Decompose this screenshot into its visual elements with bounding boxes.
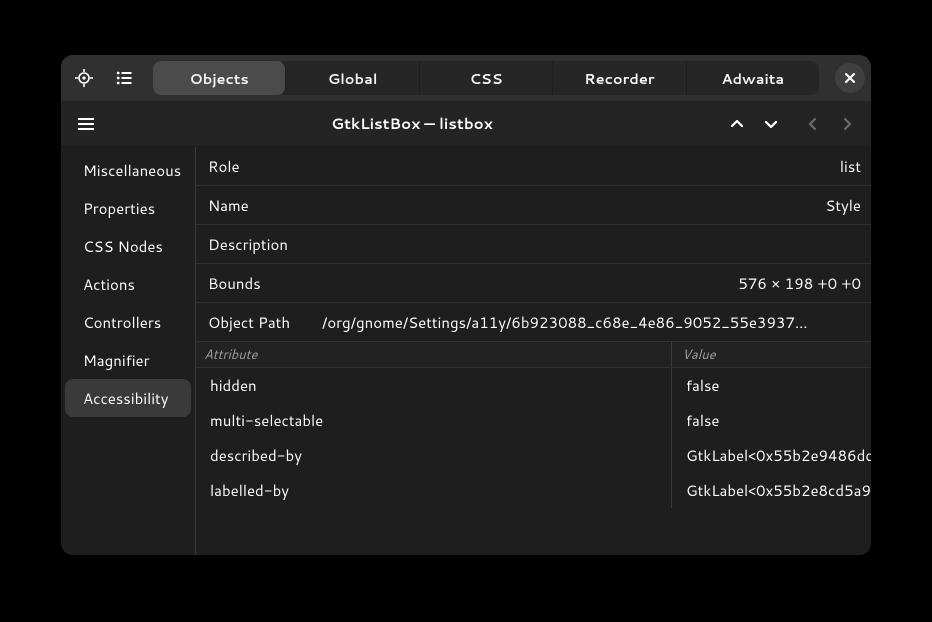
sidebar-item-css-nodes[interactable]: CSS Nodes <box>65 227 191 265</box>
sidebar: Miscellaneous Properties CSS Nodes Actio… <box>61 147 195 555</box>
sidebar-item-miscellaneous[interactable]: Miscellaneous <box>65 151 191 189</box>
nav-next-button[interactable] <box>831 108 863 140</box>
nav-up-down <box>721 108 787 140</box>
sidebar-item-accessibility[interactable]: Accessibility <box>65 379 191 417</box>
prop-value: 576 × 198 +0 +0 <box>322 273 861 294</box>
table-row[interactable]: labelled-by GtkLabel<0x55b2e8cd5a90> <box>196 473 871 508</box>
tab-css[interactable]: CSS <box>420 61 553 95</box>
prop-key: Description <box>208 234 322 255</box>
attributes-header: Attribute Value <box>196 342 871 368</box>
target-picker-button[interactable] <box>67 61 101 95</box>
tab-objects[interactable]: Objects <box>153 61 286 95</box>
tab-global[interactable]: Global <box>286 61 419 95</box>
tab-adwaita[interactable]: Adwaita <box>687 61 819 95</box>
sidebar-item-label: Accessibility <box>83 388 169 409</box>
nav-down-button[interactable] <box>755 108 787 140</box>
main-panel: Role list Name Style Description Bounds … <box>195 147 871 555</box>
prop-row: Role list <box>196 147 871 186</box>
prop-value: Style <box>322 195 861 216</box>
close-icon <box>844 72 856 84</box>
tab-label: Adwaita <box>722 68 785 89</box>
sidebar-item-properties[interactable]: Properties <box>65 189 191 227</box>
prop-key: Object Path <box>208 312 322 333</box>
prop-row: Object Path /org/gnome/Settings/a11y/6b9… <box>196 303 871 342</box>
cell-attribute: labelled-by <box>196 473 672 508</box>
tab-recorder[interactable]: Recorder <box>553 61 686 95</box>
chevron-down-icon <box>763 116 779 132</box>
cell-value: GtkLabel<0x55b2e9486dd0> <box>672 438 871 473</box>
tab-label: CSS <box>470 68 503 89</box>
sidebar-item-label: CSS Nodes <box>83 236 163 257</box>
view-switcher: Objects Global CSS Recorder Adwaita <box>153 61 819 95</box>
tab-label: Recorder <box>584 68 654 89</box>
chevron-left-icon <box>805 116 821 132</box>
sidebar-item-label: Properties <box>83 198 155 219</box>
sidebar-item-label: Actions <box>83 274 135 295</box>
attributes-table: Attribute Value hidden false multi-selec… <box>196 342 871 555</box>
column-header-attribute[interactable]: Attribute <box>196 342 672 367</box>
close-button[interactable] <box>835 63 865 93</box>
sidebar-item-label: Controllers <box>83 312 161 333</box>
sidebar-item-magnifier[interactable]: Magnifier <box>65 341 191 379</box>
prop-row: Bounds 576 × 198 +0 +0 <box>196 264 871 303</box>
prop-value: list <box>322 156 861 177</box>
chevron-up-icon <box>729 116 745 132</box>
table-row[interactable]: multi-selectable false <box>196 403 871 438</box>
prop-key: Bounds <box>208 273 322 294</box>
sidebar-item-label: Miscellaneous <box>83 160 181 181</box>
crosshair-icon <box>75 69 93 87</box>
object-title: GtkListBox — listbox <box>103 113 721 134</box>
tree-toggle-button[interactable] <box>107 61 141 95</box>
chevron-right-icon <box>839 116 855 132</box>
prop-row: Description <box>196 225 871 264</box>
cell-attribute: described-by <box>196 438 672 473</box>
nav-prev-next <box>797 108 863 140</box>
accessibility-properties: Role list Name Style Description Bounds … <box>196 147 871 342</box>
cell-value: false <box>672 368 871 403</box>
cell-attribute: hidden <box>196 368 672 403</box>
tab-label: Objects <box>190 68 249 89</box>
tab-label: Global <box>328 68 378 89</box>
sidebar-item-actions[interactable]: Actions <box>65 265 191 303</box>
column-header-value[interactable]: Value <box>672 342 871 367</box>
prop-row: Name Style <box>196 186 871 225</box>
object-header-bar: GtkListBox — listbox <box>61 101 871 147</box>
menu-button[interactable] <box>69 107 103 141</box>
nav-up-button[interactable] <box>721 108 753 140</box>
sidebar-item-controllers[interactable]: Controllers <box>65 303 191 341</box>
table-row[interactable]: described-by GtkLabel<0x55b2e9486dd0> <box>196 438 871 473</box>
cell-value: GtkLabel<0x55b2e8cd5a90> <box>672 473 871 508</box>
hamburger-icon <box>78 117 94 131</box>
list-icon <box>116 70 132 86</box>
cell-value: false <box>672 403 871 438</box>
prop-key: Name <box>208 195 322 216</box>
cell-attribute: multi-selectable <box>196 403 672 438</box>
prop-key: Role <box>208 156 322 177</box>
attributes-body: hidden false multi-selectable false desc… <box>196 368 871 508</box>
nav-prev-button[interactable] <box>797 108 829 140</box>
prop-value: /org/gnome/Settings/a11y/6b923088_c68e_4… <box>322 312 861 333</box>
primary-toolbar: Objects Global CSS Recorder Adwaita <box>61 55 871 101</box>
inspector-window: Objects Global CSS Recorder Adwaita GtkL… <box>61 55 871 555</box>
body: Miscellaneous Properties CSS Nodes Actio… <box>61 147 871 555</box>
sidebar-item-label: Magnifier <box>83 350 149 371</box>
table-row[interactable]: hidden false <box>196 368 871 403</box>
